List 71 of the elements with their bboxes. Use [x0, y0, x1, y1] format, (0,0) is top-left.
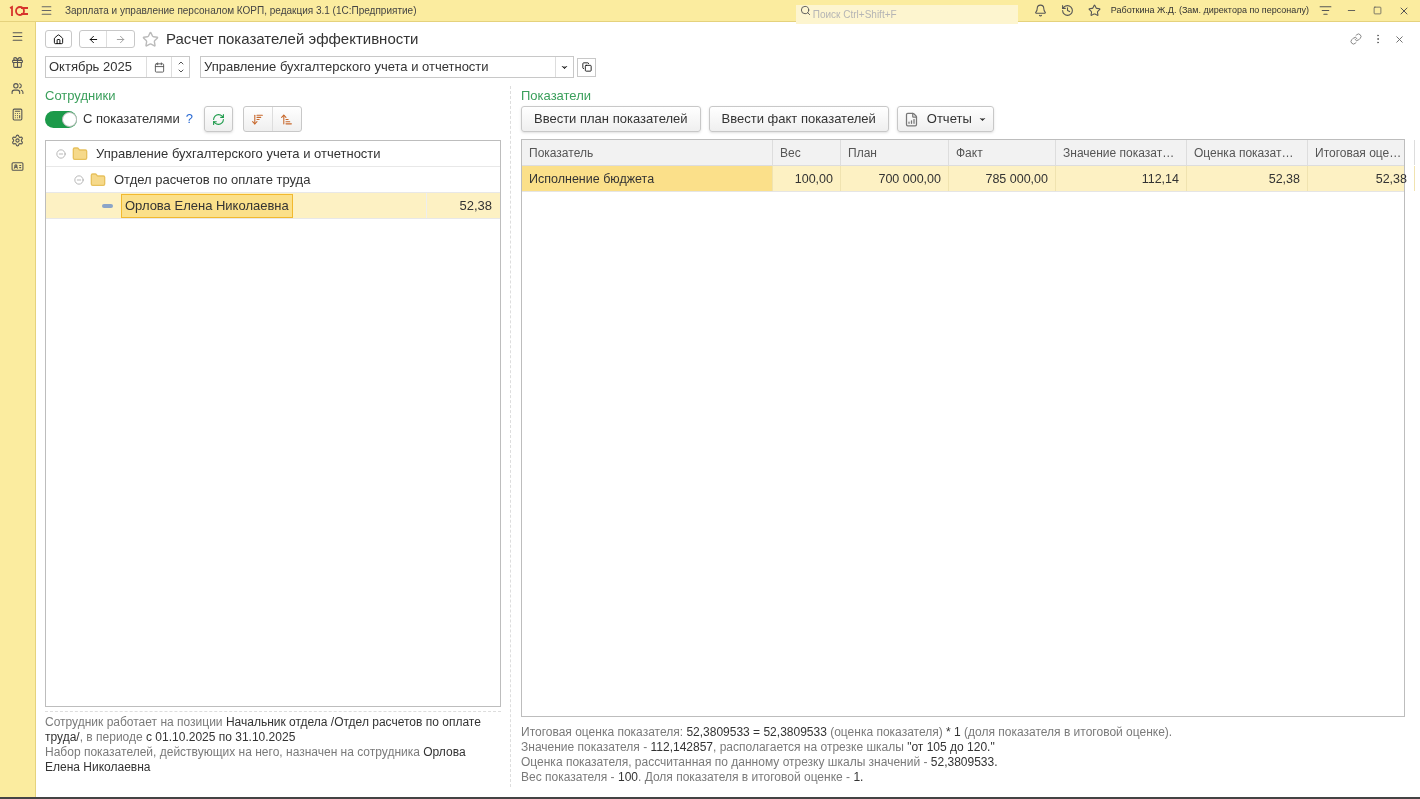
section-heading: Сотрудники: [45, 87, 117, 104]
menu-icon[interactable]: [11, 30, 24, 43]
window-title: Зарплата и управление персоналом КОРП, редакция 3.1 (1С:Предприятие): [65, 4, 417, 18]
home-button[interactable]: [45, 30, 72, 48]
logo-icon: [8, 4, 30, 17]
settings-icon[interactable]: [11, 134, 24, 147]
section-heading: Показатели: [521, 87, 592, 104]
action-button[interactable]: Ввести факт показателей: [708, 106, 889, 132]
info-text: Итоговая оценка показателя: 52,3809533 = 52,3809533 (оценка показателя) * 1 (доля показателя в итоговой оценке).: [521, 725, 1174, 740]
bell-icon[interactable]: [1033, 4, 1047, 17]
form-title: Расчет показателей эффективности: [166, 28, 419, 49]
user-name[interactable]: Работкина Ж.Д. (Зам. директора по персоналу): [1110, 3, 1309, 18]
column-header[interactable]: Показатель: [522, 140, 773, 165]
open-button[interactable]: [577, 57, 596, 77]
calendar-icon[interactable]: [153, 61, 165, 73]
tree-item[interactable]: Орлова Елена Николаевна: [121, 193, 293, 218]
history-icon[interactable]: [1060, 4, 1074, 17]
folder-icon: [90, 171, 106, 188]
refresh-icon: [211, 112, 225, 126]
forward-icon: [115, 33, 126, 45]
toggle-label: С показателями: [83, 110, 180, 129]
column-header[interactable]: Итоговая оце…: [1308, 140, 1415, 165]
spin-up-icon[interactable]: [176, 59, 185, 67]
info-text: Набор показателей, действующих на него, назначен на сотрудника Орлова Елена Николаевна: [45, 745, 467, 775]
restore-icon[interactable]: [1373, 6, 1382, 15]
toggle-switch[interactable]: [45, 110, 77, 128]
back-icon: [87, 33, 99, 45]
table-cell: 785 000,00: [949, 166, 1056, 191]
tree-item[interactable]: Отдел расчетов по оплате труда: [114, 169, 311, 190]
card-icon[interactable]: [11, 160, 24, 173]
table-cell: 100,00: [773, 166, 841, 191]
table-cell: Исполнение бюджета: [522, 166, 773, 191]
link-icon[interactable]: [1350, 33, 1362, 45]
gift-icon[interactable]: [11, 56, 24, 69]
help-link[interactable]: ?: [185, 109, 193, 129]
spin-down-icon[interactable]: [176, 67, 185, 75]
users-icon[interactable]: [11, 82, 24, 95]
menu-icon[interactable]: [40, 4, 53, 17]
reports-button[interactable]: Отчеты: [896, 106, 994, 132]
star-icon[interactable]: [1087, 4, 1101, 17]
tree-item[interactable]: Управление бухгалтерского учета и отчетности: [96, 143, 381, 164]
calculator-icon[interactable]: [11, 108, 24, 121]
table-cell: 112,14: [1056, 166, 1187, 191]
column-header[interactable]: Факт: [949, 140, 1056, 165]
info-text: Вес показателя - 100. Доля показателя в итоговой оценке - 1.: [521, 770, 865, 785]
column-header[interactable]: Значение показат…: [1056, 140, 1187, 165]
score-cell: 52,38: [426, 193, 500, 218]
info-text: Значение показателя - 112,142857, располагается на отрезке шкалы "от 105 до 120.": [521, 740, 996, 755]
close-icon[interactable]: [1394, 33, 1405, 45]
sort-ascending-icon: [280, 112, 294, 126]
search-field[interactable]: Поиск Ctrl+Shift+F: [795, 5, 1018, 24]
column-header[interactable]: План: [841, 140, 949, 165]
open-icon: [581, 62, 592, 72]
table-cell: 700 000,00: [841, 166, 949, 191]
action-button[interactable]: Ввести план показателей: [521, 106, 701, 132]
folder-icon: [72, 145, 88, 162]
sort-descending-icon: [251, 112, 265, 126]
info-text: Сотрудник работает на позиции Начальник отдела /Отдел расчетов по оплате труда/, в периоде с 01.10.2025 по 31.10.2025: [45, 715, 482, 745]
column-header[interactable]: Оценка показат…: [1187, 140, 1308, 165]
settings-menu-icon[interactable]: [1319, 4, 1332, 17]
search-icon: [799, 5, 811, 16]
employee-icon: [102, 203, 113, 208]
table-cell: 52,38: [1187, 166, 1308, 191]
department-field[interactable]: Управление бухгалтерского учета и отчетности: [200, 56, 574, 78]
info-text: Оценка показателя, рассчитанная по данному отрезку шкалы значений - 52,3809533.: [521, 755, 999, 770]
period-field[interactable]: Октябрь 2025: [45, 56, 190, 78]
home-icon: [53, 33, 64, 45]
report-icon: [903, 111, 919, 127]
refresh-button[interactable]: [203, 106, 233, 132]
column-header[interactable]: Вес: [773, 140, 841, 165]
table-cell: 52,38: [1308, 166, 1415, 191]
